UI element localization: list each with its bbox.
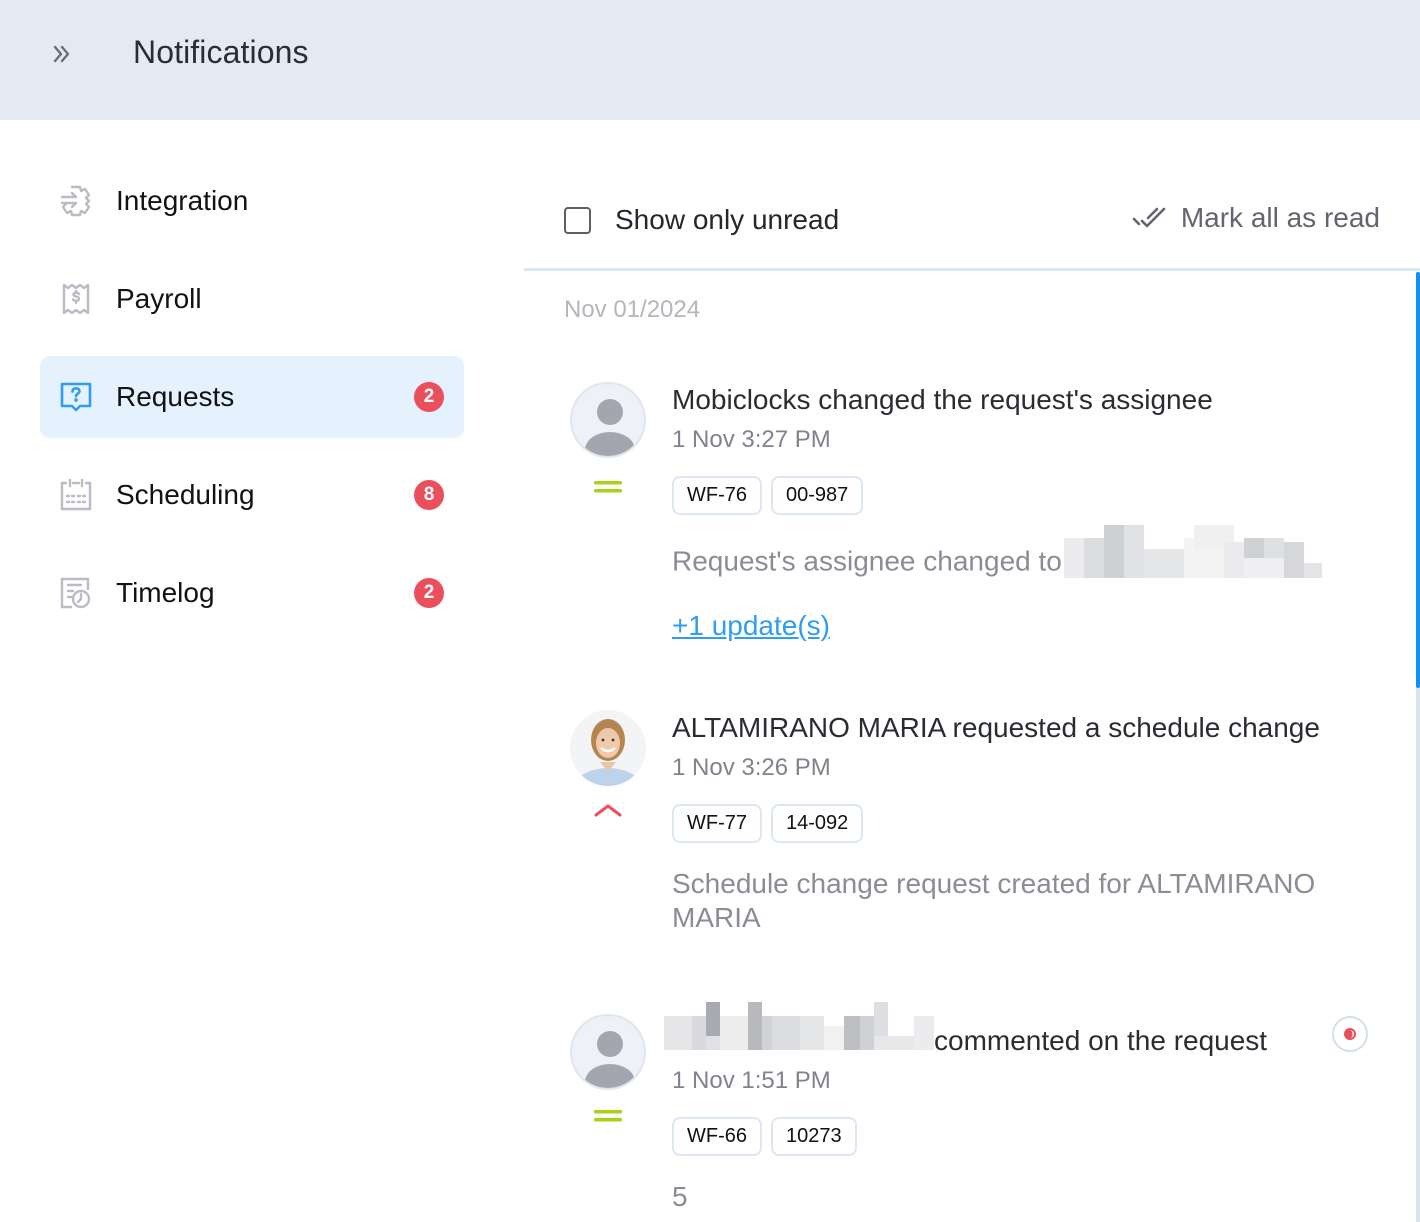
page-title: Notifications [133,34,309,70]
priority-high-icon [594,804,622,817]
requests-count-badge: 2 [414,382,444,412]
notification-title: commented on the request [664,1002,1372,1059]
payroll-receipt-icon [56,279,96,319]
default-user-icon [585,1031,635,1088]
notifications-panel: Show only unread Mark all as read Nov 01… [524,160,1420,1222]
request-id-tag[interactable]: WF-76 [672,476,762,515]
mark-all-as-read-label: Mark all as read [1180,202,1380,233]
employee-id-tag[interactable]: 14-092 [771,804,864,843]
default-user-icon [585,399,635,456]
sidebar-nav: Integration Payroll Requests 2 Schedulin… [40,160,464,650]
sidebar-item-label: Timelog [116,577,215,608]
redacted-name [1062,525,1324,587]
request-id-tag[interactable]: WF-77 [672,804,762,843]
notification-time: 1 Nov 3:27 PM [672,426,831,453]
notification-title-text: commented on the request [934,1025,1268,1056]
scrollbar-thumb[interactable] [1416,272,1420,688]
sidebar-item-timelog[interactable]: Timelog 2 [40,552,464,634]
notification-description: Request's assignee changed to [672,525,1372,587]
user-photo [570,710,646,786]
mark-all-as-read-button[interactable]: Mark all as read [1131,202,1380,234]
notification-title: Mobiclocks changed the request's assigne… [672,384,1213,415]
show-only-unread-checkbox[interactable] [564,206,591,234]
redacted-name [664,1002,934,1059]
sidebar-item-label: Payroll [116,283,202,314]
avatar [570,1014,646,1090]
sidebar-item-scheduling[interactable]: Scheduling 8 [40,454,464,536]
sidebar-item-requests[interactable]: Requests 2 [40,356,464,438]
sidebar-item-integration[interactable]: Integration [40,160,464,242]
notification-time: 1 Nov 3:26 PM [672,754,831,781]
timelog-count-badge: 2 [414,578,444,608]
description-text: Request's assignee changed to [672,545,1062,577]
notifications-toolbar: Show only unread Mark all as read [524,160,1420,271]
notification-description: 5 [672,1181,688,1212]
request-id-tag[interactable]: WF-66 [672,1117,762,1156]
unread-indicator-icon [1344,1028,1356,1040]
avatar [570,382,646,458]
double-check-icon [1132,207,1166,228]
page-header: Notifications [0,0,1420,120]
more-updates-link[interactable]: +1 update(s) [672,609,830,643]
mark-as-read-button[interactable] [1332,1016,1368,1052]
sidebar-item-label: Scheduling [116,479,255,510]
notification-title: ALTAMIRANO MARIA requested a schedule ch… [672,712,1320,743]
priority-medium-icon [594,481,622,493]
notification-time: 1 Nov 1:51 PM [672,1067,831,1094]
date-group-header: Nov 01/2024 [564,296,701,323]
sidebar-item-label: Integration [116,185,249,216]
double-chevron-right-icon [53,45,70,63]
show-only-unread-label: Show only unread [615,204,840,235]
notification-description: Schedule change request created for ALTA… [672,868,1316,933]
expand-sidebar-button[interactable] [46,38,78,70]
integration-gear-icon [56,181,96,221]
timelog-clock-icon [56,573,96,613]
notification-list: Nov 01/2024 Mobiclocks changed the reque… [524,271,1420,1222]
employee-id-tag[interactable]: 10273 [771,1117,857,1156]
avatar [570,710,646,786]
show-only-unread-toggle[interactable]: Show only unread [564,204,839,236]
employee-id-tag[interactable]: 00-987 [771,476,864,515]
sidebar-item-label: Requests [116,381,235,412]
calendar-icon [56,475,96,515]
sidebar-item-payroll[interactable]: Payroll [40,258,464,340]
scheduling-count-badge: 8 [414,480,444,510]
priority-medium-icon [594,1110,622,1122]
request-question-icon [56,377,96,417]
